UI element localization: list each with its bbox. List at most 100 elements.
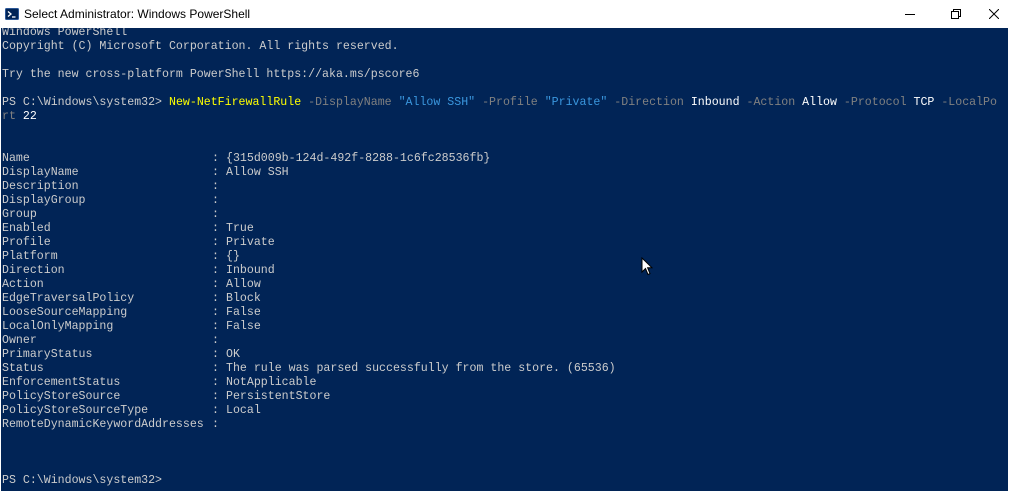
- property-value: PersistentStore: [226, 390, 331, 403]
- property-name: Status: [2, 362, 44, 375]
- property-separator: :: [212, 334, 219, 347]
- property-name: Action: [2, 278, 44, 291]
- property-separator: :: [212, 278, 219, 291]
- property-value: Allow: [226, 278, 261, 291]
- property-row: Direction: Inbound: [2, 264, 902, 278]
- property-row: EnforcementStatus: NotApplicable: [2, 376, 902, 390]
- property-name: Owner: [2, 334, 37, 347]
- property-row: PolicyStoreSourceType: Local: [2, 404, 902, 418]
- property-separator: :: [212, 376, 219, 389]
- property-value: The rule was parsed successfully from th…: [226, 362, 616, 375]
- param-localport: -LocalPo: [934, 96, 997, 109]
- property-name: EdgeTraversalPolicy: [2, 292, 135, 305]
- param-localport-wrap: rt: [2, 110, 16, 123]
- property-name: Platform: [2, 250, 58, 263]
- arg-action: Allow: [802, 96, 837, 109]
- property-separator: :: [212, 306, 219, 319]
- arg-localport: 22: [15, 110, 37, 123]
- property-separator: :: [212, 418, 219, 431]
- property-separator: :: [212, 236, 219, 249]
- property-row: Action: Allow: [2, 278, 902, 292]
- property-name: Enabled: [2, 222, 51, 235]
- property-row: RemoteDynamicKeywordAddresses:: [2, 418, 902, 432]
- property-name: Profile: [2, 236, 51, 249]
- property-row: Enabled: True: [2, 222, 902, 236]
- property-value: NotApplicable: [226, 376, 317, 389]
- property-value: Block: [226, 292, 261, 305]
- property-value: {}: [226, 250, 240, 263]
- close-icon: [989, 9, 999, 19]
- property-separator: :: [212, 362, 219, 375]
- property-row: Name: {315d009b-124d-492f-8288-1c6fc28536…: [2, 152, 902, 166]
- mouse-pointer-icon: [641, 257, 653, 276]
- property-row: Platform: {}: [2, 250, 902, 264]
- param-displayname: -DisplayName: [301, 96, 399, 109]
- property-value: Inbound: [226, 264, 275, 277]
- arg-direction: Inbound: [690, 96, 740, 109]
- property-row: Description:: [2, 180, 902, 194]
- property-separator: :: [212, 390, 219, 403]
- param-direction: -Direction: [607, 96, 691, 109]
- property-name: RemoteDynamicKeywordAddresses: [2, 418, 204, 431]
- property-row: LooseSourceMapping: False: [2, 306, 902, 320]
- arg-profile: "Private": [544, 96, 608, 109]
- property-value: False: [226, 320, 261, 333]
- close-button[interactable]: [979, 0, 1009, 28]
- property-name: DisplayName: [2, 166, 79, 179]
- property-value: True: [226, 222, 254, 235]
- param-action: -Action: [739, 96, 803, 109]
- property-name: DisplayGroup: [2, 194, 86, 207]
- prompt: PS C:\Windows\system32>: [2, 96, 169, 109]
- property-name: Name: [2, 152, 30, 165]
- property-row: DisplayName: Allow SSH: [2, 166, 902, 180]
- property-row: DisplayGroup:: [2, 194, 902, 208]
- restore-button[interactable]: [933, 0, 979, 28]
- property-name: EnforcementStatus: [2, 376, 121, 389]
- param-protocol: -Protocol: [836, 96, 914, 109]
- property-row: Owner:: [2, 334, 902, 348]
- title-bar[interactable]: Select Administrator: Windows PowerShell: [0, 0, 1009, 28]
- property-value: {315d009b-124d-492f-8288-1c6fc28536fb}: [226, 152, 491, 165]
- property-row: PolicyStoreSource: PersistentStore: [2, 390, 902, 404]
- property-separator: :: [212, 194, 219, 207]
- property-separator: :: [212, 152, 219, 165]
- property-separator: :: [212, 250, 219, 263]
- property-separator: :: [212, 264, 219, 277]
- param-profile: -Profile: [475, 96, 545, 109]
- property-row: Profile: Private: [2, 236, 902, 250]
- final-prompt[interactable]: PS C:\Windows\system32>: [2, 474, 162, 488]
- property-name: PolicyStoreSourceType: [2, 404, 149, 417]
- property-row: Group:: [2, 208, 902, 222]
- property-value: Private: [226, 236, 275, 249]
- header-line: Try the new cross-platform PowerShell ht…: [2, 68, 420, 81]
- property-value: False: [226, 306, 261, 319]
- property-row: PrimaryStatus: OK: [2, 348, 902, 362]
- property-name: PrimaryStatus: [2, 348, 93, 361]
- property-separator: :: [212, 208, 219, 221]
- console-area[interactable]: Windows PowerShell Copyright (C) Microso…: [1, 28, 1008, 491]
- property-name: PolicyStoreSource: [2, 390, 121, 403]
- window-title: Select Administrator: Windows PowerShell: [24, 7, 251, 21]
- restore-icon: [951, 9, 961, 19]
- property-value: Allow SSH: [226, 166, 289, 179]
- property-separator: :: [212, 166, 219, 179]
- minimize-icon: [905, 14, 915, 15]
- property-separator: :: [212, 292, 219, 305]
- minimize-button[interactable]: [887, 0, 933, 28]
- cmdlet: New-NetFirewallRule: [168, 96, 302, 109]
- property-row: LocalOnlyMapping: False: [2, 320, 902, 334]
- header-line: Copyright (C) Microsoft Corporation. All…: [2, 40, 399, 53]
- property-row: EdgeTraversalPolicy: Block: [2, 292, 902, 306]
- property-name: LocalOnlyMapping: [2, 320, 114, 333]
- command-line-wrap[interactable]: rt 22: [2, 110, 37, 124]
- property-separator: :: [212, 320, 219, 333]
- property-name: Group: [2, 208, 37, 221]
- property-separator: :: [212, 222, 219, 235]
- property-value: Local: [226, 404, 261, 417]
- arg-displayname: "Allow SSH": [398, 96, 476, 109]
- property-name: Description: [2, 180, 79, 193]
- command-line[interactable]: PS C:\Windows\system32> New-NetFirewallR…: [2, 96, 997, 110]
- property-name: LooseSourceMapping: [2, 306, 128, 319]
- property-value: OK: [226, 348, 240, 361]
- powershell-icon[interactable]: [5, 7, 19, 21]
